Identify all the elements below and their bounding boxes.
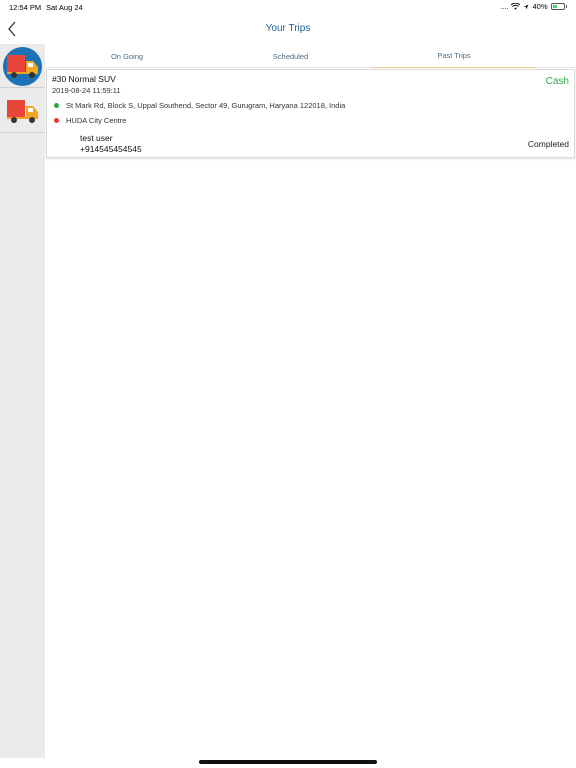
status-bar: 12:54 PM Sat Aug 24 .... 40% — [0, 0, 576, 14]
status-right: .... 40% — [500, 2, 567, 11]
nav-header: Your Trips — [0, 14, 576, 44]
trip-id: #30 Normal SUV — [52, 74, 116, 84]
battery-tip — [565, 5, 567, 8]
tab-past-trips[interactable]: Past Trips — [372, 44, 536, 68]
pickup-address: St Mark Rd, Block S, Uppal Southend, Sec… — [66, 101, 346, 110]
trip-datetime: 2019-08-24 11:59:11 — [52, 86, 121, 95]
battery-fill — [552, 5, 557, 8]
battery-icon — [550, 3, 565, 10]
trip-card[interactable]: #30 Normal SUV Cash 2019-08-24 11:59:11 … — [46, 69, 575, 158]
status-date: Sat Aug 24 — [46, 3, 83, 12]
signal-dots: .... — [500, 2, 509, 11]
trip-tabs: On Going Scheduled Past Trips — [45, 44, 576, 68]
driver-phone: +914545454545 — [80, 144, 142, 154]
truck-icon — [7, 100, 38, 123]
pickup-location: St Mark Rd, Block S, Uppal Southend, Sec… — [52, 101, 345, 110]
drop-dot-icon — [54, 118, 59, 123]
page-title: Your Trips — [265, 23, 311, 34]
payment-method: Cash — [545, 76, 569, 87]
tab-scheduled[interactable]: Scheduled — [209, 44, 372, 68]
pickup-dot-icon — [54, 103, 59, 108]
trip-status: Completed — [527, 139, 569, 149]
wifi-icon — [511, 3, 521, 10]
sidebar-item-truck-selected[interactable] — [0, 44, 45, 88]
tab-on-going[interactable]: On Going — [45, 44, 209, 68]
battery-percent: 40% — [532, 2, 548, 11]
home-indicator — [199, 760, 377, 764]
driver-name: test user — [80, 133, 113, 143]
truck-icon — [7, 55, 38, 78]
status-time: 12:54 PM — [9, 3, 42, 12]
sidebar-item-truck[interactable] — [0, 89, 45, 133]
drop-address: HUDA City Centre — [66, 116, 127, 125]
vehicle-sidebar — [0, 44, 45, 758]
location-arrow-icon — [524, 4, 529, 9]
drop-location: HUDA City Centre — [52, 116, 126, 125]
